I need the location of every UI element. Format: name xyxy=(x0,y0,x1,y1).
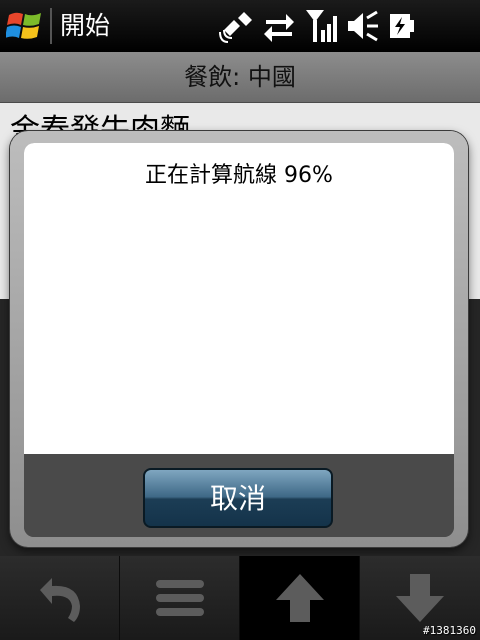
menu-icon xyxy=(155,580,204,616)
dialog-panel: 正在計算航線 96% 取消 xyxy=(24,143,454,537)
back-icon xyxy=(39,578,80,622)
progress-dialog: 正在計算航線 96% 取消 xyxy=(10,131,468,547)
battery-charging-icon[interactable] xyxy=(384,8,420,44)
windows-logo-icon xyxy=(6,12,41,39)
scroll-up-button[interactable] xyxy=(240,556,360,640)
signal-strength-icon[interactable] xyxy=(304,8,338,44)
dialog-footer: 取消 xyxy=(24,454,454,537)
watermark: #1381360 xyxy=(423,624,476,637)
start-button[interactable]: 開始 xyxy=(0,0,110,52)
down-arrow-icon xyxy=(396,574,444,622)
start-label: 開始 xyxy=(60,11,111,40)
route-progress-message: 正在計算航線 96% xyxy=(145,163,333,188)
bottom-toolbar xyxy=(0,556,480,640)
status-divider xyxy=(50,8,52,44)
app-header: 餐飲: 中國 xyxy=(0,52,480,103)
page-title: 餐飲: 中國 xyxy=(184,63,296,91)
menu-button[interactable] xyxy=(120,556,240,640)
cancel-button[interactable]: 取消 xyxy=(143,468,333,528)
data-sync-icon[interactable] xyxy=(262,8,296,44)
speaker-muted-icon[interactable] xyxy=(346,8,380,44)
up-arrow-icon xyxy=(275,574,324,622)
dialog-body: 正在計算航線 96% xyxy=(24,143,454,454)
back-button[interactable] xyxy=(0,556,120,640)
gps-signal-icon[interactable] xyxy=(218,8,258,44)
status-bar: 開始 xyxy=(0,0,480,52)
